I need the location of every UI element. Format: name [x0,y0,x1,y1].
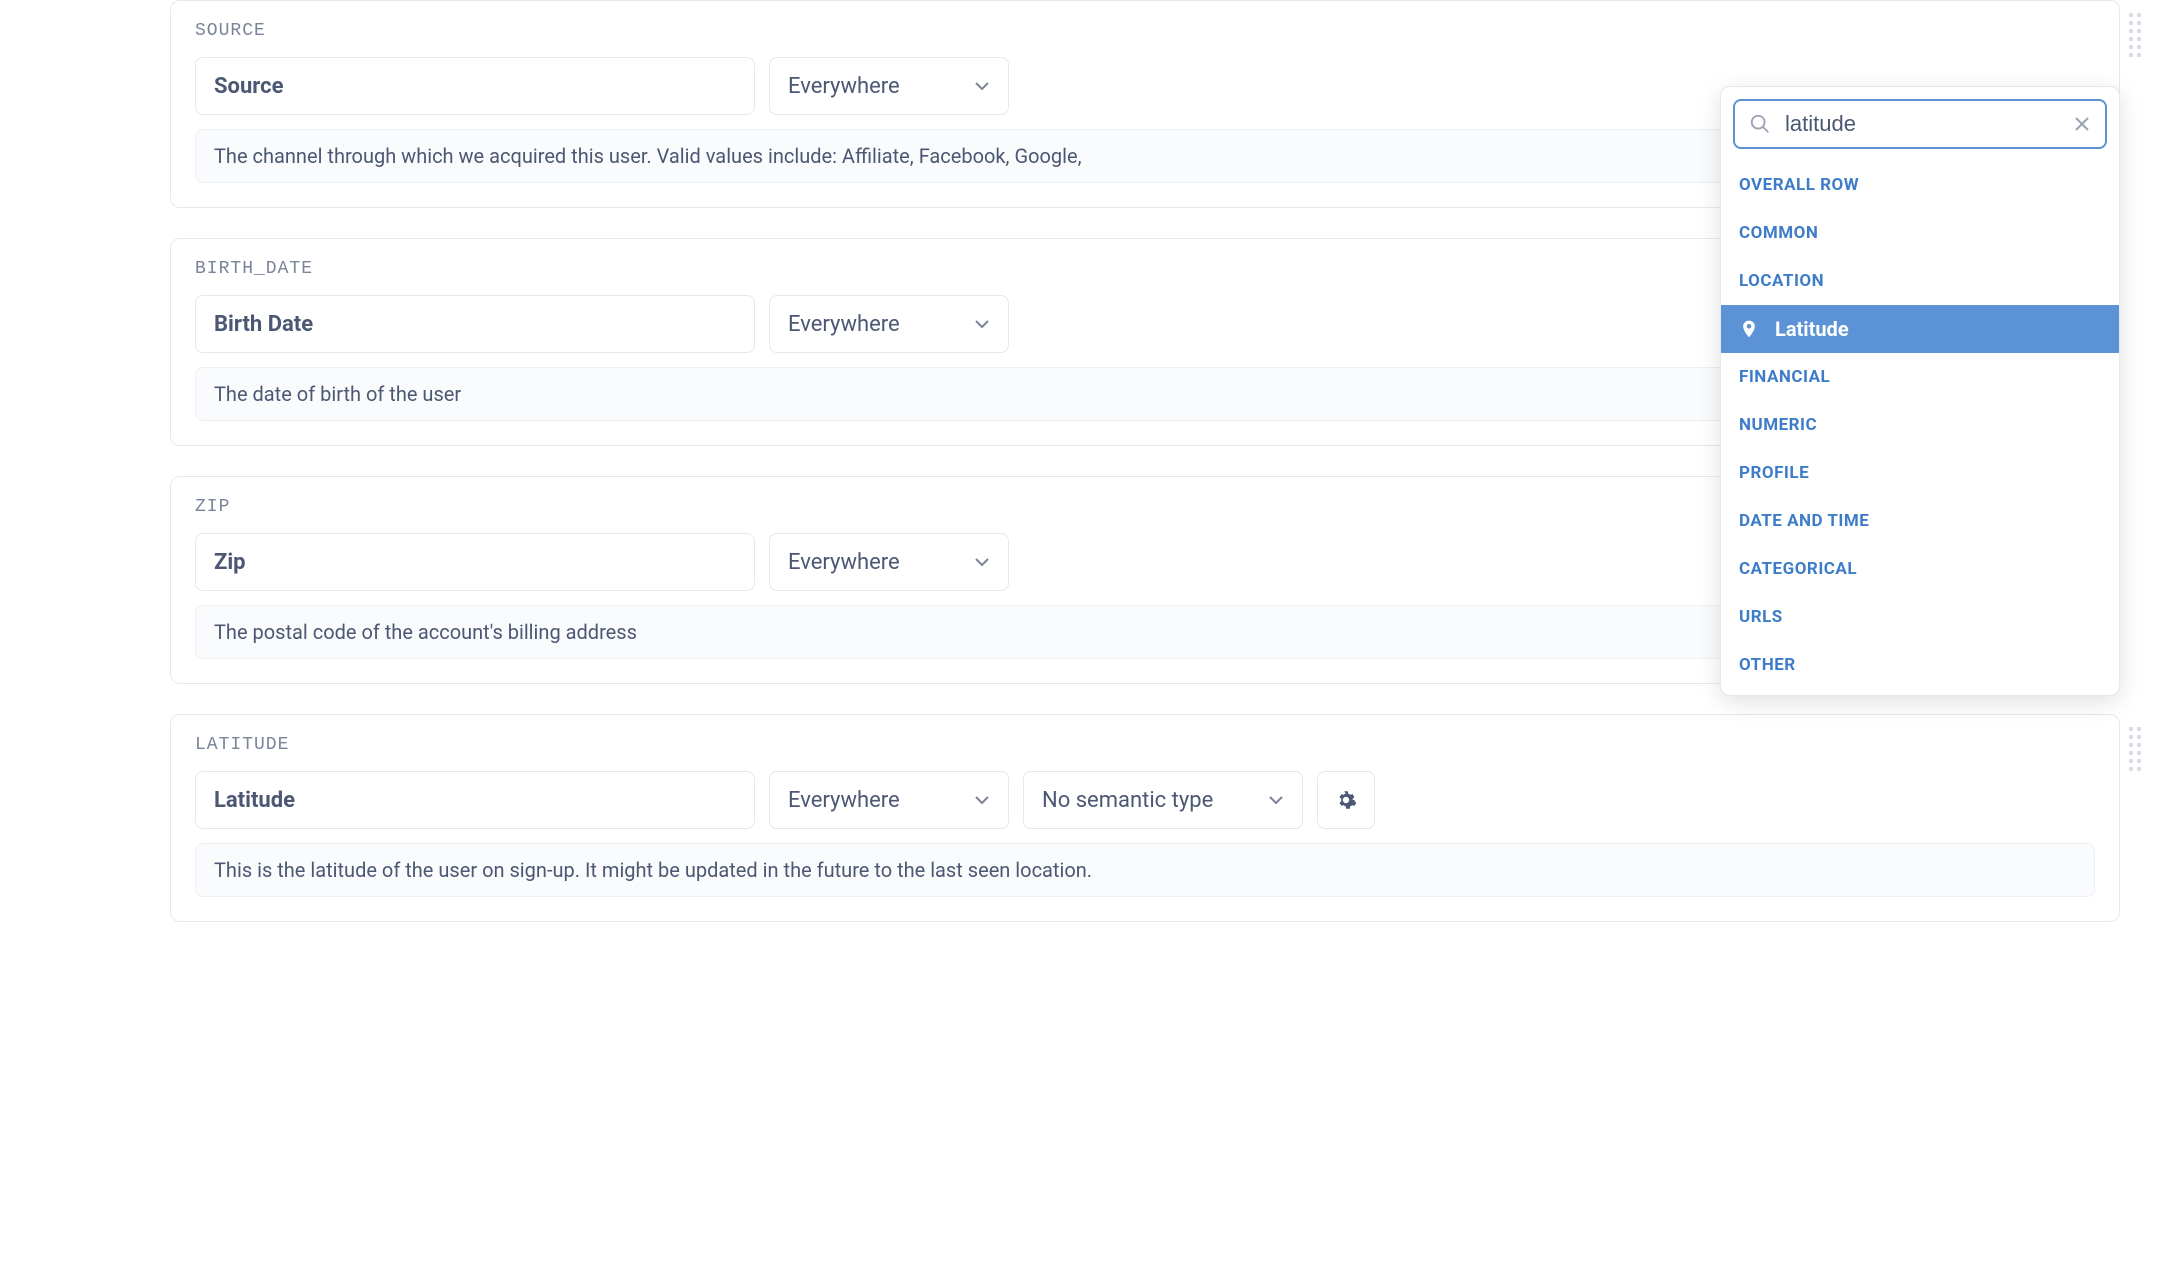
visibility-select[interactable]: Everywhere [769,57,1009,115]
semantic-type-dropdown: Overall Row Common Location Latitude Fin… [1720,86,2120,696]
dropdown-category-other[interactable]: Other [1721,641,2119,689]
field-description[interactable]: This is the latitude of the user on sign… [195,843,2095,897]
dropdown-category-common[interactable]: Common [1721,209,2119,257]
visibility-select[interactable]: Everywhere [769,295,1009,353]
chevron-down-icon [974,554,990,570]
dropdown-category-urls[interactable]: URLs [1721,593,2119,641]
field-code: LATITUDE [195,735,2095,755]
dropdown-clear-button[interactable] [2073,115,2091,133]
search-icon [1749,113,1771,135]
dropdown-category-profile[interactable]: Profile [1721,449,2119,497]
drag-handle[interactable] [2129,725,2149,911]
semantic-type-select[interactable]: No semantic type [1023,771,1303,829]
field-name-input[interactable]: Source [195,57,755,115]
dropdown-category-financial[interactable]: Financial [1721,353,2119,401]
dropdown-search-input[interactable] [1785,111,2073,137]
chevron-down-icon [1268,792,1284,808]
dropdown-search [1733,99,2107,149]
dropdown-item-latitude[interactable]: Latitude [1721,305,2119,353]
field-name-input[interactable]: Latitude [195,771,755,829]
dropdown-category-categorical[interactable]: Categorical [1721,545,2119,593]
field-name-input[interactable]: Zip [195,533,755,591]
visibility-select[interactable]: Everywhere [769,771,1009,829]
dropdown-category-date-time[interactable]: Date and Time [1721,497,2119,545]
location-pin-icon [1739,318,1759,340]
dropdown-category-overall-row[interactable]: Overall Row [1721,161,2119,209]
close-icon [2073,115,2091,133]
dropdown-category-numeric[interactable]: Numeric [1721,401,2119,449]
visibility-select[interactable]: Everywhere [769,533,1009,591]
field-name-input[interactable]: Birth Date [195,295,755,353]
field-code: SOURCE [195,21,2095,41]
field-settings-button[interactable] [1317,771,1375,829]
chevron-down-icon [974,316,990,332]
field-card-latitude: LATITUDE Latitude Everywhere No semantic… [170,714,2120,922]
chevron-down-icon [974,792,990,808]
field-row: Latitude Everywhere No semantic type [195,771,2095,829]
chevron-down-icon [974,78,990,94]
dropdown-category-location[interactable]: Location [1721,257,2119,305]
gear-icon [1335,789,1357,811]
drag-handle[interactable] [2129,11,2149,197]
